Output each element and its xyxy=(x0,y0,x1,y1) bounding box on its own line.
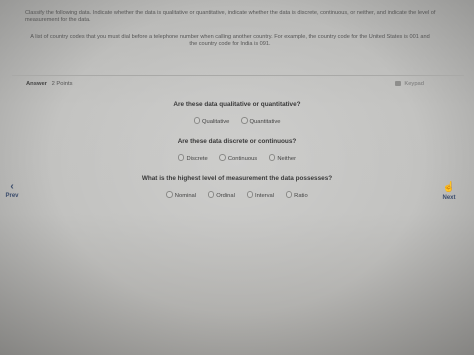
pointer-hand-icon: ☝ xyxy=(442,182,456,193)
option-interval[interactable]: Interval xyxy=(246,191,274,199)
radio-icon[interactable] xyxy=(193,117,201,124)
option-discrete[interactable]: Discrete xyxy=(177,154,208,162)
option-continuous[interactable]: Continuous xyxy=(219,154,257,162)
radio-icon[interactable] xyxy=(219,154,226,161)
part1-prompt: Are these data qualitative or quantitati… xyxy=(173,101,301,108)
radio-icon[interactable] xyxy=(268,154,276,161)
next-label: Next xyxy=(442,195,456,201)
option-qualitative[interactable]: Qualitative xyxy=(193,117,229,125)
option-neither[interactable]: Neither xyxy=(268,154,296,162)
keypad-icon xyxy=(394,81,401,86)
option-ordinal[interactable]: Ordinal xyxy=(207,191,235,199)
question-instructions: Classify the following data. Indicate wh… xyxy=(25,10,436,24)
part1-options: Qualitative Quantitative xyxy=(0,117,474,125)
part3-prompt: What is the highest level of measurement… xyxy=(141,175,333,182)
option-ratio[interactable]: Ratio xyxy=(285,191,308,199)
radio-icon[interactable] xyxy=(166,191,173,198)
radio-icon[interactable] xyxy=(246,191,253,198)
radio-icon[interactable] xyxy=(177,154,185,161)
answer-label: Answer xyxy=(26,81,47,87)
radio-icon[interactable] xyxy=(285,191,293,198)
divider-top xyxy=(12,75,464,76)
option-quantitative[interactable]: Quantitative xyxy=(241,117,280,125)
radio-icon[interactable] xyxy=(207,191,215,198)
answer-header: Answer 2 Points Keypad xyxy=(26,81,436,91)
radio-icon[interactable] xyxy=(241,117,248,124)
part3-options: Nominal Ordinal Interval Ratio xyxy=(0,191,474,199)
part2-options: Discrete Continuous Neither xyxy=(0,154,474,162)
prev-label: Prev xyxy=(5,193,19,199)
option-nominal[interactable]: Nominal xyxy=(166,191,196,199)
keypad-button[interactable]: Keypad xyxy=(394,81,424,87)
points-label: 2 Points xyxy=(51,81,73,87)
part2-prompt: Are these data discrete or continuous? xyxy=(177,138,297,145)
question-example: A list of country codes that you must di… xyxy=(30,34,430,48)
next-button[interactable]: ☝ Next xyxy=(438,181,460,201)
chevron-left-icon: ‹ xyxy=(10,181,14,192)
keypad-label: Keypad xyxy=(404,81,424,87)
prev-button[interactable]: ‹ Prev xyxy=(4,181,20,199)
